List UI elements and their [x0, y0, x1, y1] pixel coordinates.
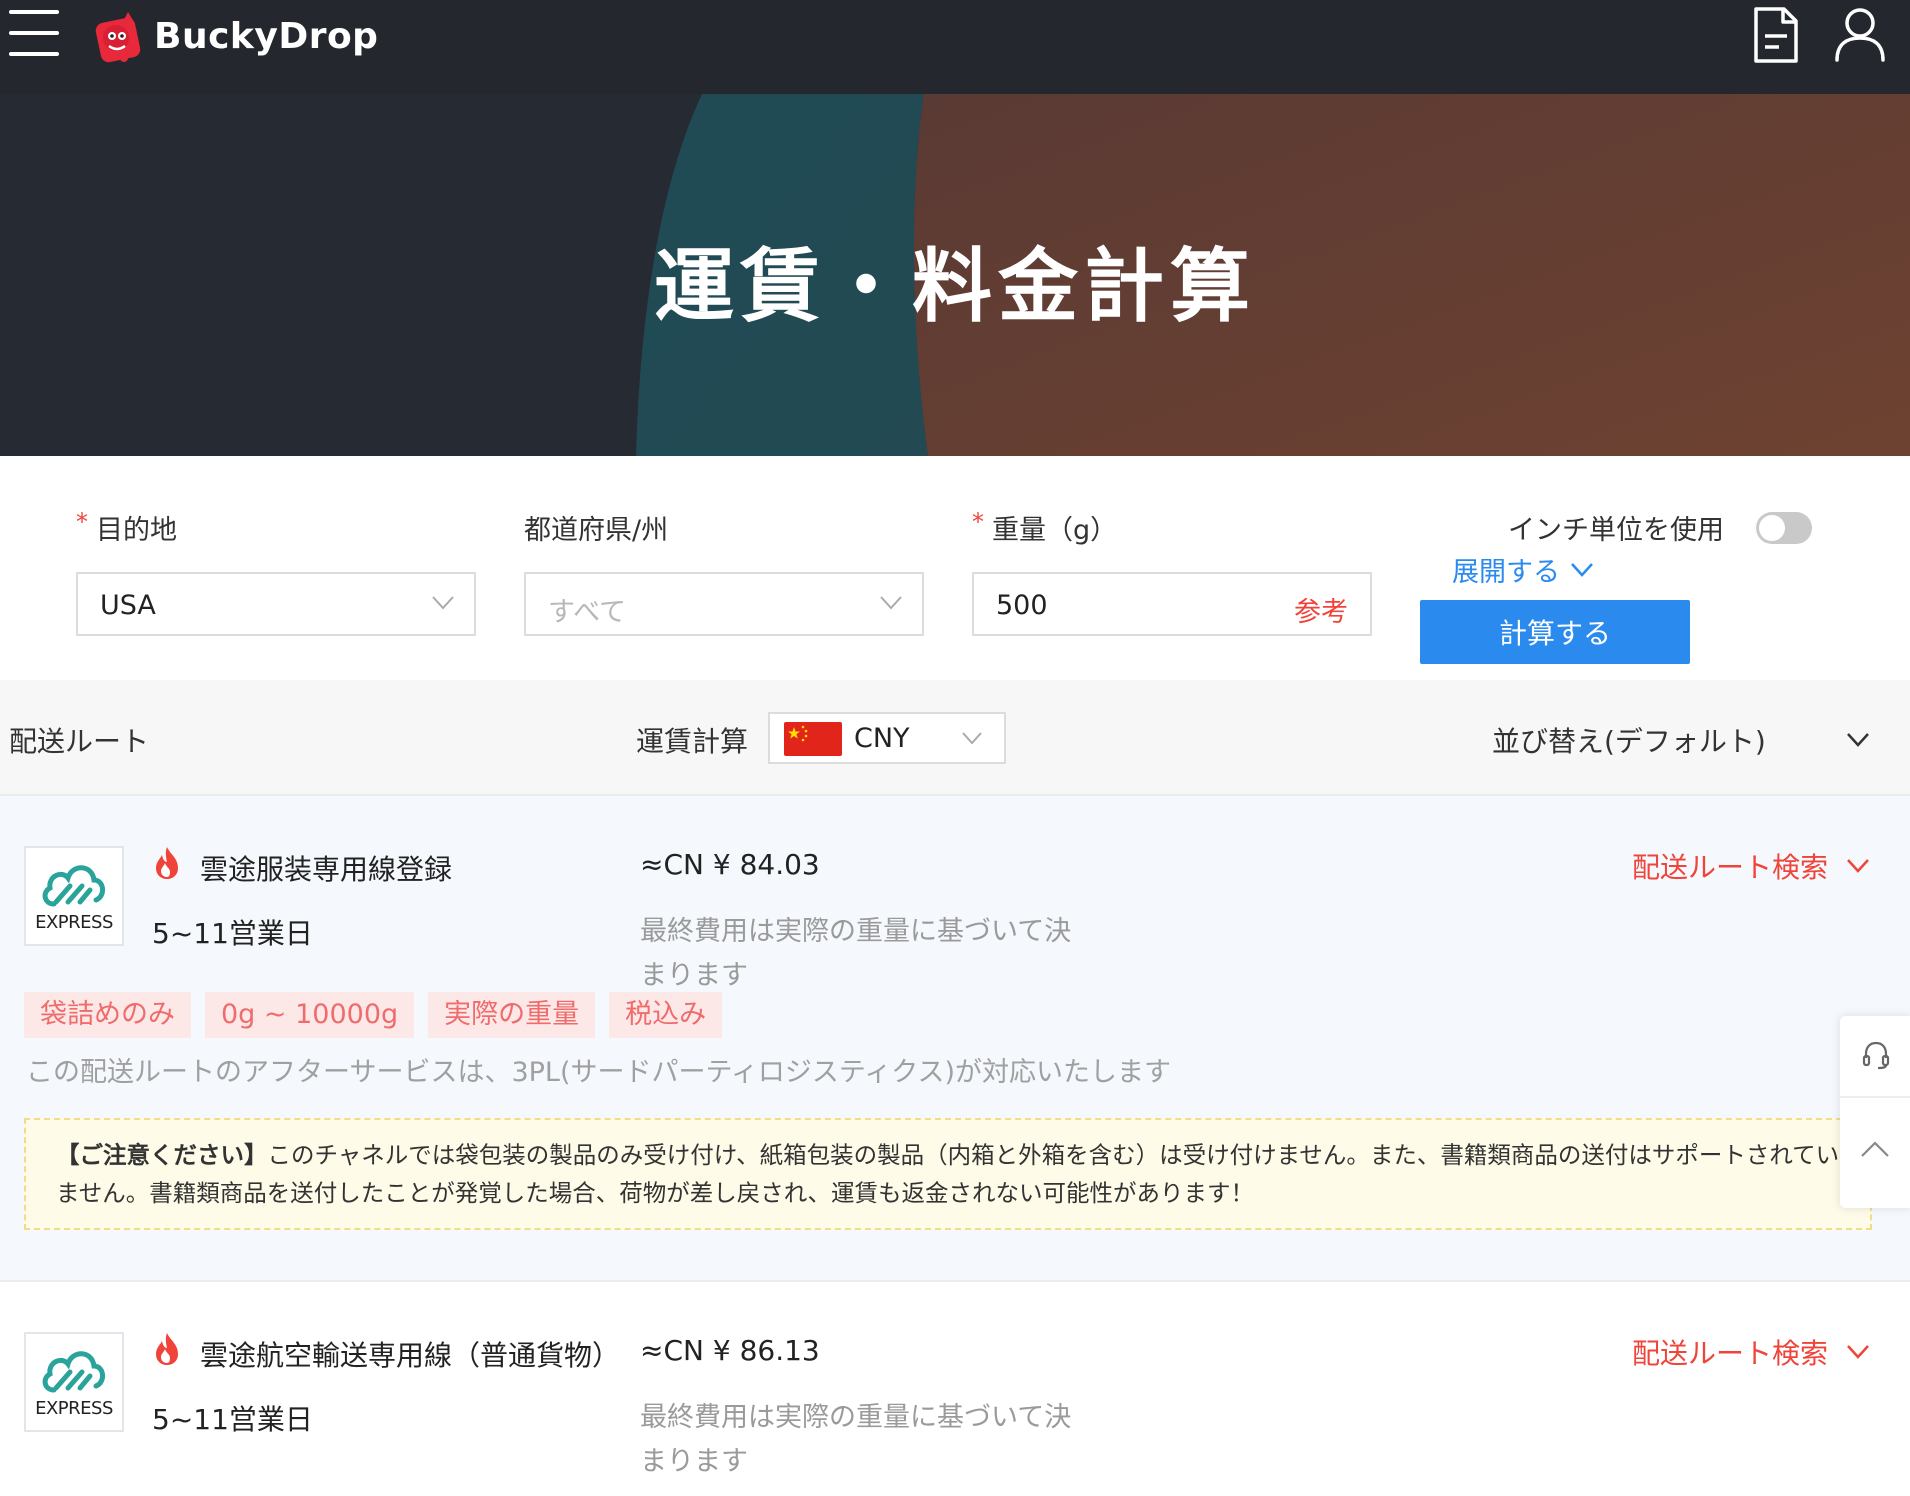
hero-banner: 運賃・料金計算: [0, 94, 1910, 456]
fire-icon: [156, 1333, 178, 1365]
cloud-express-icon: [42, 1351, 105, 1393]
route-column-label: 配送ルート: [9, 725, 150, 758]
carrier-logo: EXPRESS: [24, 1332, 124, 1432]
expand-options-link[interactable]: 展開する: [1452, 550, 1594, 589]
destination-label: * 目的地: [76, 508, 177, 546]
hamburger-menu-icon[interactable]: [9, 10, 59, 56]
expand-label: 展開する: [1452, 557, 1560, 588]
user-icon[interactable]: [1834, 6, 1886, 62]
route-filter-bar: 配送ルート 運賃計算 CNY 並び替え(デフォルト): [0, 680, 1910, 796]
inch-unit-toggle[interactable]: [1756, 512, 1812, 544]
chevron-down-icon: [1571, 562, 1593, 577]
notice-title: 【ご注意ください】: [56, 1141, 268, 1169]
inch-unit-label: インチ単位を使用: [1508, 515, 1724, 546]
state-label: 都道府県/州: [524, 515, 669, 546]
route-price: ≈CN ¥ 86.13: [640, 1334, 820, 1367]
china-flag-icon: [784, 722, 842, 756]
route-card: EXPRESS 雲途服装専用線登録 5~11営業日 ≈CN ¥ 84.03 最終…: [0, 796, 1910, 1282]
price-note: 最終費用は実際の重量に基づいて決まります: [640, 1402, 1072, 1477]
carrier-logo-text: EXPRESS: [35, 912, 113, 933]
currency-select[interactable]: CNY: [768, 712, 1006, 764]
brand-logo[interactable]: BuckyDrop: [92, 6, 378, 66]
chevron-down-icon: [1847, 859, 1869, 873]
freight-calc-label: 運賃計算: [636, 725, 749, 758]
route-name: 雲途航空輸送専用線（普通貨物）: [200, 1339, 621, 1372]
weight-value: 500: [996, 590, 1048, 621]
destination-value: USA: [100, 590, 156, 621]
route-price: ≈CN ¥ 84.03: [640, 848, 820, 881]
chevron-down-icon: [1847, 1345, 1869, 1359]
chevron-down-icon: [432, 596, 454, 610]
floating-side-toolbar: [1840, 1016, 1910, 1208]
chevron-down-icon[interactable]: [1846, 732, 1870, 748]
route-tag: 0g ~ 10000g: [205, 992, 415, 1038]
route-search-link[interactable]: 配送ルート検索: [1632, 846, 1870, 886]
shipping-calculator-form: * 目的地 USA 都道府県/州 すべて * 重量（g） 500 参考 インチ単位を…: [0, 456, 1910, 680]
route-tags: 袋詰めのみ 0g ~ 10000g 実際の重量 税込み: [24, 992, 736, 1038]
headset-icon[interactable]: [1862, 1040, 1890, 1070]
delivery-days: 5~11営業日: [152, 917, 313, 950]
destination-select[interactable]: USA: [76, 572, 476, 636]
delivery-days: 5~11営業日: [152, 1403, 313, 1436]
route-tag: 実際の重量: [428, 992, 596, 1038]
route-search-link[interactable]: 配送ルート検索: [1632, 1332, 1870, 1372]
toolbar-divider: [1840, 1096, 1910, 1098]
cloud-express-icon: [42, 865, 105, 907]
weight-reference-link[interactable]: 参考: [1294, 590, 1348, 629]
chevron-down-icon: [880, 596, 902, 610]
route-notice: 【ご注意ください】このチャネルでは袋包装の製品のみ受け付け、紙箱包装の製品（内箱…: [24, 1118, 1872, 1230]
chevron-down-icon: [962, 732, 982, 744]
route-name: 雲途服装専用線登録: [200, 853, 453, 886]
carrier-logo: EXPRESS: [24, 846, 124, 946]
calculate-button[interactable]: 計算する: [1420, 600, 1690, 664]
document-icon[interactable]: [1752, 6, 1800, 64]
state-placeholder: すべて: [548, 597, 627, 628]
route-search-label: 配送ルート検索: [1632, 1337, 1829, 1370]
route-card: EXPRESS 雲途航空輸送専用線（普通貨物） 5~11営業日 ≈CN ¥ 86…: [0, 1284, 1910, 1496]
state-select[interactable]: すべて: [524, 572, 924, 636]
route-tag: 税込み: [609, 992, 723, 1038]
carrier-logo-text: EXPRESS: [35, 1398, 113, 1419]
brand-logo-text: BuckyDrop: [154, 15, 379, 57]
weight-label: * 重量（g）: [972, 508, 1118, 546]
fire-icon: [156, 847, 178, 879]
after-service-note: この配送ルートのアフターサービスは、3PL(サードパーティロジスティクス)が対応…: [26, 1057, 1171, 1088]
page-title: 運賃・料金計算: [654, 240, 1256, 333]
route-search-label: 配送ルート検索: [1632, 851, 1829, 884]
sort-select[interactable]: 並び替え(デフォルト): [1492, 720, 1766, 760]
route-tag: 袋詰めのみ: [24, 992, 191, 1038]
chevron-up-icon[interactable]: [1860, 1140, 1890, 1158]
weight-input[interactable]: 500 参考: [972, 572, 1372, 636]
price-note: 最終費用は実際の重量に基づいて決まります: [640, 916, 1072, 991]
top-navigation-bar: BuckyDrop: [0, 0, 1910, 94]
bucky-mascot-icon: [95, 12, 141, 63]
currency-value: CNY: [854, 723, 910, 754]
toggle-knob: [1759, 515, 1785, 541]
notice-body: このチャネルでは袋包装の製品のみ受け付け、紙箱包装の製品（内箱と外箱を含む）は受…: [56, 1141, 1840, 1207]
